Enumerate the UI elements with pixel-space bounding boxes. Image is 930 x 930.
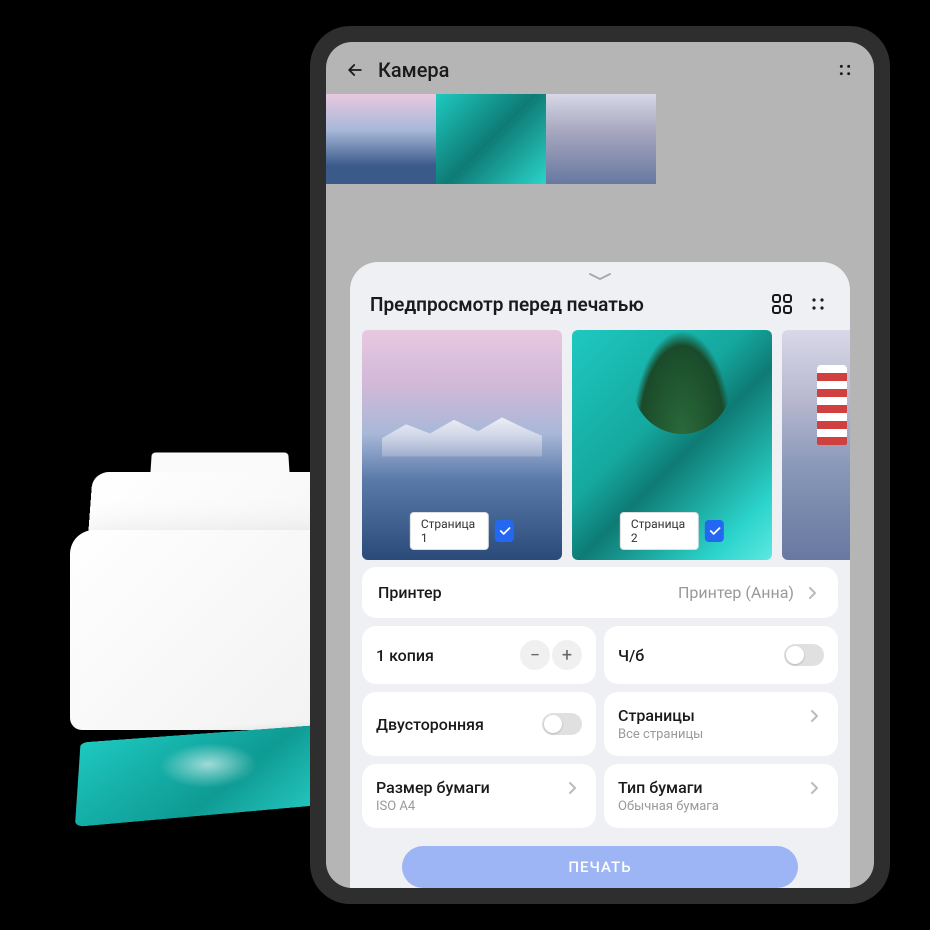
page-checkbox-icon[interactable] (705, 520, 725, 542)
paper-type-value: Обычная бумага (618, 799, 719, 814)
topbar: Камера (326, 42, 874, 94)
thumbnail-1[interactable] (326, 94, 436, 184)
page-checkbox-icon[interactable] (495, 520, 515, 542)
page-label: Страница 2 (620, 512, 699, 550)
preview-image-list: Страница 1 Страница 2 (350, 330, 850, 567)
panel-header: Предпросмотр перед печатью (350, 286, 850, 330)
bw-cell: Ч/б (604, 626, 838, 684)
panel-drag-handle-icon[interactable] (350, 262, 850, 286)
pages-label: Страницы (618, 706, 695, 725)
page-label: Страница 1 (410, 512, 489, 550)
preview-page-3[interactable] (782, 330, 850, 560)
print-settings: Принтер Принтер (Анна) 1 копия − + (350, 567, 850, 888)
printer-label: Принтер (378, 583, 442, 602)
duplex-toggle[interactable] (542, 713, 582, 735)
duplex-cell: Двусторонняя (362, 692, 596, 756)
tablet-device: Камера Предпросмотр перед печатью (310, 26, 890, 904)
bw-toggle[interactable] (784, 644, 824, 666)
thumbnail-3[interactable] (546, 94, 656, 184)
printer-select-row[interactable]: Принтер Принтер (Анна) (362, 567, 838, 618)
paper-size-value: ISO A4 (376, 799, 415, 814)
panel-more-icon[interactable] (806, 292, 830, 316)
preview-page-1[interactable]: Страница 1 (362, 330, 562, 560)
thumbnail-strip (326, 94, 874, 184)
bw-label: Ч/б (618, 646, 644, 665)
duplex-label: Двусторонняя (376, 715, 484, 734)
back-arrow-icon[interactable] (344, 59, 366, 81)
panel-title: Предпросмотр перед печатью (370, 293, 758, 316)
page-title: Камера (378, 58, 822, 82)
paper-type-cell[interactable]: Тип бумаги Обычная бумага (604, 764, 838, 828)
preview-page-2[interactable]: Страница 2 (572, 330, 772, 560)
copies-stepper: − + (520, 640, 582, 670)
chevron-right-icon (804, 584, 822, 602)
pages-cell[interactable]: Страницы Все страницы (604, 692, 838, 756)
copies-decrement-button[interactable]: − (520, 640, 550, 670)
thumbnail-2[interactable] (436, 94, 546, 184)
chevron-right-icon (806, 779, 824, 797)
printer-value: Принтер (Анна) (678, 583, 794, 602)
copies-increment-button[interactable]: + (552, 640, 582, 670)
paper-size-cell[interactable]: Размер бумаги ISO A4 (362, 764, 596, 828)
chevron-right-icon (564, 779, 582, 797)
page-badge: Страница 2 (620, 512, 724, 550)
print-button[interactable]: ПЕЧАТЬ (402, 846, 798, 888)
page-badge: Страница 1 (410, 512, 514, 550)
tablet-screen: Камера Предпросмотр перед печатью (326, 42, 874, 888)
copies-label: 1 копия (376, 646, 434, 665)
paper-type-label: Тип бумаги (618, 778, 703, 797)
grid-view-icon[interactable] (770, 292, 794, 316)
pages-value: Все страницы (618, 727, 703, 742)
copies-cell: 1 копия − + (362, 626, 596, 684)
paper-size-label: Размер бумаги (376, 778, 490, 797)
print-preview-panel: Предпросмотр перед печатью Страница 1 (350, 262, 850, 888)
chevron-right-icon (806, 707, 824, 725)
more-dots-icon[interactable] (834, 59, 856, 81)
